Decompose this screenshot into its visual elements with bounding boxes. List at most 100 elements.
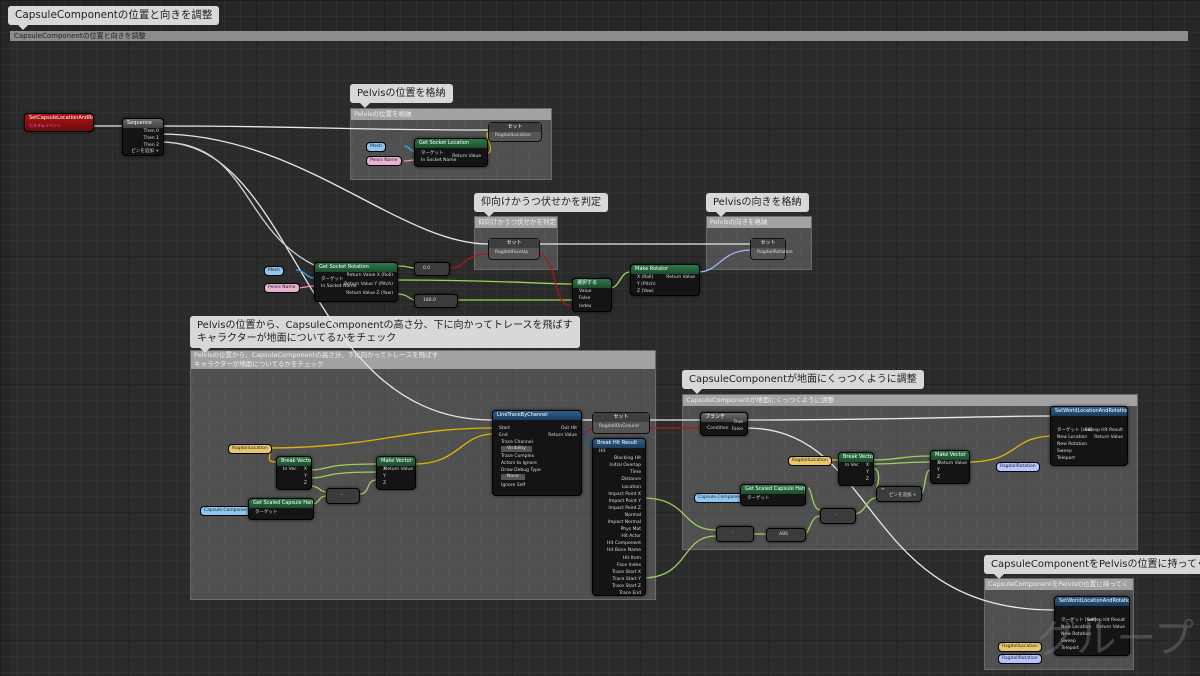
hit-pin[interactable]: Trace Start Z bbox=[612, 584, 641, 590]
branch-node[interactable]: ブランチ Condition True False bbox=[700, 412, 748, 436]
pin-new-rotation[interactable]: New Rotation bbox=[1057, 442, 1087, 448]
pin-start[interactable]: Start bbox=[499, 426, 510, 432]
hit-pin[interactable]: Hit bbox=[599, 449, 605, 455]
compare-value[interactable]: 180.0 bbox=[423, 298, 436, 304]
pin-then1[interactable]: Then 1 bbox=[143, 136, 159, 142]
ragdoll-rotation-getter-b[interactable]: RagdollRotation bbox=[996, 462, 1040, 472]
subtract-node-b[interactable]: - bbox=[716, 526, 754, 542]
pin-sweep[interactable]: Sweep bbox=[1057, 449, 1072, 455]
compare-node-2[interactable]: 180.0 bbox=[414, 294, 458, 308]
break-hit-result-node[interactable]: Break Hit Result Hit Blocking Hit Initial … bbox=[592, 438, 646, 596]
set-ragdoll-rotation-node[interactable]: セット RagdollRotation bbox=[750, 238, 793, 260]
pin-teleport[interactable]: Teleport bbox=[1057, 456, 1075, 462]
pin-then0[interactable]: Then 0 bbox=[143, 129, 159, 135]
hit-pin[interactable]: Impact Point X bbox=[608, 492, 641, 498]
hit-pin[interactable]: Face Index bbox=[617, 563, 641, 569]
pin-in-vec[interactable]: In Vec bbox=[845, 463, 859, 469]
pin-trace-complex[interactable]: Trace Complex bbox=[501, 454, 534, 460]
ragdoll-location-getter-c[interactable]: RagdollLocation bbox=[998, 642, 1042, 652]
mesh-getter-2[interactable]: Mesh bbox=[264, 266, 284, 276]
add-pin-button[interactable]: ピンを追加 + bbox=[131, 149, 159, 155]
break-vector-node-a[interactable]: Break Vector In Vec X Y Z bbox=[276, 456, 312, 490]
pin-pitch[interactable]: Y (Pitch) bbox=[637, 282, 656, 288]
pin-return[interactable]: Return Value bbox=[548, 433, 577, 439]
hit-pin[interactable]: Time bbox=[630, 470, 641, 476]
pin-y[interactable]: Y bbox=[937, 468, 940, 474]
set-world-location-rotation-node-b[interactable]: SetWorldLocationAndRotation ターゲット [self]… bbox=[1050, 406, 1128, 466]
hit-pin[interactable]: Phys Mat bbox=[621, 527, 641, 533]
hit-pin[interactable]: Hit Component bbox=[607, 541, 641, 547]
hit-pin[interactable]: Blocking Hit bbox=[614, 456, 641, 462]
pin-yaw[interactable]: Z (Yaw) bbox=[637, 289, 654, 295]
pin-z[interactable]: Z bbox=[866, 477, 869, 483]
pin-roll[interactable]: X (Roll) bbox=[637, 275, 653, 281]
make-vector-node-a[interactable]: Make Vector X Y Z Return Value bbox=[376, 456, 416, 490]
pin-y[interactable]: Y bbox=[383, 474, 386, 480]
set-ragdoll-onground-node[interactable]: セット RagdollOnGround bbox=[592, 412, 650, 434]
pin-target[interactable]: ターゲット bbox=[747, 496, 770, 502]
pin-z[interactable]: Z bbox=[304, 481, 307, 487]
pin-x[interactable]: X bbox=[866, 463, 869, 469]
pin-false[interactable]: False bbox=[579, 296, 590, 302]
draw-debug-dropdown[interactable]: None bbox=[501, 474, 525, 480]
compare-node-1[interactable]: 0.0 bbox=[414, 262, 450, 276]
custom-event-node[interactable]: SetCapsuleLocationAndRotation カスタムイベント bbox=[24, 113, 94, 132]
pin-out-hit[interactable]: Out Hit bbox=[561, 426, 577, 432]
hit-pin[interactable]: Trace Start X bbox=[612, 570, 641, 576]
pin-target[interactable]: ターゲット bbox=[421, 151, 444, 157]
line-trace-node[interactable]: LineTraceByChannel Start End Trace Chann… bbox=[492, 410, 582, 496]
make-vector-node-b[interactable]: Make Vector X Y Z Return Value bbox=[930, 450, 970, 484]
pin-target[interactable]: ターゲット bbox=[255, 510, 278, 516]
compare-value[interactable]: 0.0 bbox=[423, 266, 430, 272]
hit-pin[interactable]: Initial Overlap bbox=[609, 463, 641, 469]
pelvis-name-getter-2[interactable]: Pelvis Name bbox=[264, 283, 300, 293]
break-vector-node-b[interactable]: Break Vector In Vec X Y Z bbox=[838, 452, 874, 486]
get-socket-rotation-node[interactable]: Get Socket Rotation ターゲット In Socket Name… bbox=[314, 262, 398, 302]
pin-value[interactable]: Value bbox=[579, 289, 591, 295]
pelvis-name-getter-1[interactable]: Pelvis Name bbox=[366, 156, 402, 166]
capsule-component-getter-a[interactable]: Capsule Component bbox=[200, 506, 254, 516]
add-pin-button[interactable]: ピンを追加 + bbox=[889, 493, 917, 499]
pin-return[interactable]: Return Value bbox=[666, 275, 695, 281]
pin-z[interactable]: Z bbox=[383, 481, 386, 487]
hit-pin[interactable]: Trace Start Y bbox=[612, 577, 641, 583]
hit-pin[interactable]: Hit Item bbox=[623, 556, 641, 562]
pin-return[interactable]: Return Value bbox=[384, 467, 413, 473]
pin-true[interactable]: True bbox=[733, 420, 743, 426]
pin-condition[interactable]: Condition bbox=[707, 426, 728, 432]
get-scaled-half-height-node-a[interactable]: Get Scaled Capsule Half Height ターゲット bbox=[248, 498, 314, 520]
abs-node[interactable]: ABS bbox=[766, 528, 806, 542]
pin-return[interactable]: Return Value bbox=[452, 154, 481, 160]
hit-pin[interactable]: Location bbox=[622, 485, 641, 491]
pin-ragdoll-faceup[interactable]: RagdollFaceUp bbox=[495, 250, 528, 256]
subtract-node-a[interactable]: - bbox=[326, 488, 360, 504]
pin-y[interactable]: Y bbox=[866, 470, 869, 476]
pin-ragdoll-location[interactable]: RagdollLocation bbox=[495, 133, 531, 139]
pin-new-location[interactable]: New Location bbox=[1057, 435, 1087, 441]
pin-actors-to-ignore[interactable]: Actors to Ignore bbox=[501, 461, 537, 467]
add-node-b[interactable]: + ピンを追加 + bbox=[876, 486, 922, 502]
pin-ragdoll-onground[interactable]: RagdollOnGround bbox=[599, 424, 639, 430]
hit-pin[interactable]: Hit Bone Name bbox=[607, 548, 641, 554]
pin-target[interactable]: ターゲット bbox=[321, 277, 344, 283]
get-socket-location-node[interactable]: Get Socket Location ターゲット In Socket Name… bbox=[414, 138, 488, 167]
pin-ignore-self[interactable]: Ignore Self bbox=[501, 483, 525, 489]
pin-x[interactable]: X bbox=[304, 467, 307, 473]
pin-socket-name[interactable]: In Socket Name bbox=[421, 158, 456, 164]
pin-pitch[interactable]: Return Value Y (Pitch) bbox=[344, 282, 393, 288]
pin-return[interactable]: Return Value bbox=[1094, 435, 1123, 441]
pin-y[interactable]: Y bbox=[304, 474, 307, 480]
ragdoll-location-getter-b[interactable]: RagdollLocation bbox=[788, 456, 832, 466]
set-ragdoll-faceup-node[interactable]: セット RagdollFaceUp bbox=[488, 238, 540, 260]
get-scaled-half-height-node-b[interactable]: Get Scaled Capsule Half Height ターゲット bbox=[740, 484, 806, 506]
hit-pin[interactable]: Impact Point Y bbox=[609, 499, 641, 505]
hit-pin[interactable]: Normal bbox=[625, 513, 641, 519]
hit-pin[interactable]: Impact Normal bbox=[608, 520, 641, 526]
pin-yaw[interactable]: Return Value Z (Yaw) bbox=[346, 291, 393, 297]
hit-pin[interactable]: Impact Point Z bbox=[608, 506, 641, 512]
ragdoll-location-getter-a[interactable]: RagdollLocation bbox=[228, 444, 272, 454]
mesh-getter-1[interactable]: Mesh bbox=[366, 142, 386, 152]
pin-roll[interactable]: Return Value X (Roll) bbox=[347, 273, 393, 279]
select-node[interactable]: 選択する Value False Index bbox=[572, 278, 612, 312]
make-rotator-node[interactable]: Make Rotator X (Roll) Y (Pitch) Z (Yaw) … bbox=[630, 264, 700, 296]
